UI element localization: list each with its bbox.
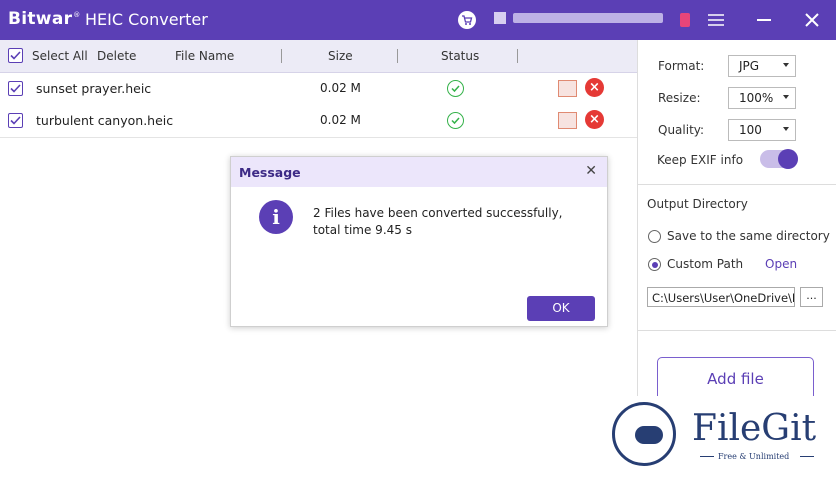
format-label: Format: xyxy=(658,59,705,73)
file-name: turbulent canyon.heic xyxy=(36,113,174,128)
file-name: sunset prayer.heic xyxy=(36,81,152,96)
check-circle-icon xyxy=(447,80,464,97)
dialog-close-icon[interactable]: ✕ xyxy=(585,163,597,179)
custom-path-label[interactable]: Custom Path xyxy=(667,257,743,271)
output-path-input[interactable]: C:\Users\User\OneDrive\D xyxy=(647,287,795,307)
remove-file-icon[interactable]: × xyxy=(585,110,604,129)
watermark-name: FileGit xyxy=(692,408,817,449)
open-folder-link[interactable]: Open xyxy=(765,257,797,271)
watermark-tagline: Free & Unlimited xyxy=(718,452,790,461)
resize-value: 100% xyxy=(739,91,774,105)
app-title: HEIC Converter xyxy=(85,10,208,29)
chevron-down-icon xyxy=(783,63,789,67)
file-size: 0.02 M xyxy=(320,113,361,127)
preview-icon[interactable] xyxy=(558,80,577,97)
tagline-rule xyxy=(700,456,714,457)
file-size: 0.02 M xyxy=(320,81,361,95)
menu-icon[interactable] xyxy=(706,10,726,30)
message-dialog: Message ✕ i 2 Files have been converted … xyxy=(230,156,608,327)
column-file-name: File Name xyxy=(175,49,235,63)
row-checkbox[interactable] xyxy=(8,81,23,96)
format-select[interactable]: JPG xyxy=(728,55,796,77)
account-info[interactable] xyxy=(513,13,663,23)
dialog-message: 2 Files have been converted successfully… xyxy=(313,206,563,237)
dialog-header: Message ✕ xyxy=(231,157,607,187)
ok-button[interactable]: OK xyxy=(527,296,595,321)
toggle-knob xyxy=(778,149,798,169)
column-divider xyxy=(397,49,398,63)
chevron-down-icon xyxy=(783,95,789,99)
preview-icon[interactable] xyxy=(558,112,577,129)
column-status: Status xyxy=(441,49,480,63)
add-file-button[interactable]: Add file xyxy=(657,357,814,401)
resize-select[interactable]: 100% xyxy=(728,87,796,109)
same-directory-label[interactable]: Save to the same directory xyxy=(667,229,830,243)
title-bar: Bitwar® HEIC Converter xyxy=(0,0,836,40)
delete-button[interactable]: Delete xyxy=(97,49,136,63)
output-directory-heading: Output Directory xyxy=(647,197,748,211)
same-directory-radio[interactable] xyxy=(648,230,661,243)
info-icon: i xyxy=(259,200,293,234)
resize-label: Resize: xyxy=(658,91,701,105)
dialog-title: Message xyxy=(239,165,301,180)
close-icon[interactable] xyxy=(802,10,822,30)
brand-logo: Bitwar® xyxy=(8,9,81,29)
browse-button[interactable]: ... xyxy=(800,287,823,307)
table-row[interactable]: sunset prayer.heic 0.02 M × xyxy=(0,73,637,106)
remove-file-icon[interactable]: × xyxy=(585,78,604,97)
divider xyxy=(637,330,836,331)
column-size: Size xyxy=(328,49,353,63)
exif-label: Keep EXIF info xyxy=(657,153,744,167)
quality-label: Quality: xyxy=(658,123,705,137)
filegit-logo-icon xyxy=(612,402,676,466)
cart-icon[interactable] xyxy=(458,11,476,29)
row-checkbox[interactable] xyxy=(8,113,23,128)
quality-value: 100 xyxy=(739,123,762,137)
select-all-checkbox[interactable] xyxy=(8,48,23,63)
check-circle-icon xyxy=(447,112,464,129)
brand-name: Bitwar xyxy=(8,9,73,29)
file-table-header: Select All Delete File Name Size Status xyxy=(0,40,637,73)
format-value: JPG xyxy=(739,59,760,73)
divider xyxy=(637,184,836,185)
user-avatar[interactable] xyxy=(494,12,506,24)
custom-path-radio[interactable] xyxy=(648,258,661,271)
table-row[interactable]: turbulent canyon.heic 0.02 M × xyxy=(0,105,637,138)
filegit-watermark: FileGit Free & Unlimited xyxy=(606,396,836,484)
gift-icon[interactable] xyxy=(680,13,690,27)
column-divider xyxy=(281,49,282,63)
select-all-label[interactable]: Select All xyxy=(32,49,88,63)
quality-select[interactable]: 100 xyxy=(728,119,796,141)
column-divider xyxy=(517,49,518,63)
tagline-rule xyxy=(800,456,814,457)
minimize-icon[interactable] xyxy=(754,10,774,30)
logo-cloud-shape xyxy=(635,426,663,444)
brand-registered-mark: ® xyxy=(73,11,81,20)
chevron-down-icon xyxy=(783,127,789,131)
exif-toggle[interactable] xyxy=(760,149,798,169)
